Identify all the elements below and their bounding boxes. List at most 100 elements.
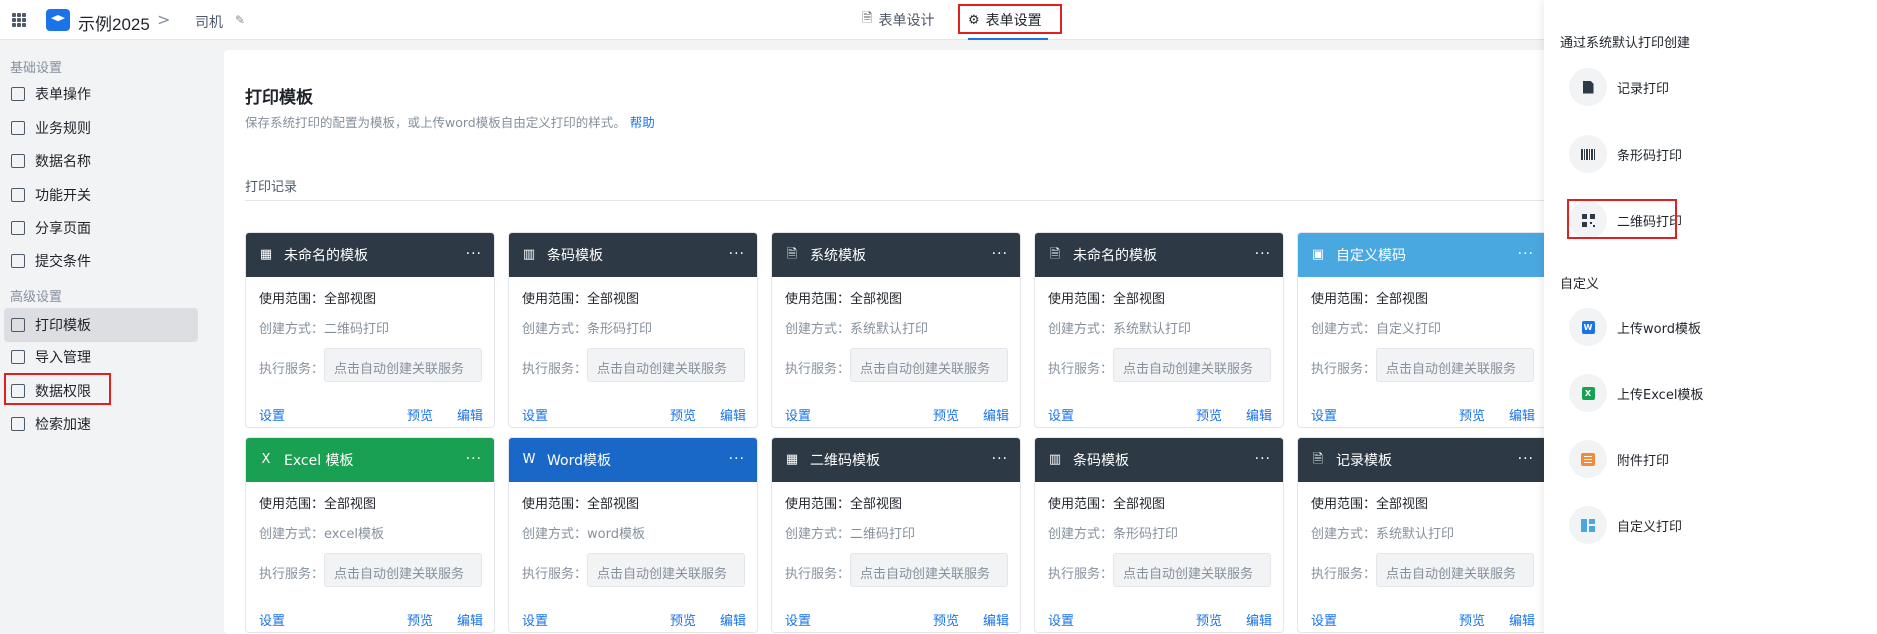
template-card[interactable]: ▦ 二维码模板 ··· 使用范围：全部视图 创建方式：二维码打印 执行服务： 点击自动创建关… — [771, 437, 1021, 633]
template-card[interactable]: ▣ 自定义模码 ··· 使用范围：全部视图 创建方式：自定义打印 执行服务： 点击自动创建关… — [1297, 232, 1547, 428]
preview-link[interactable]: 预览 — [670, 405, 696, 424]
option-custom-print[interactable]: 自定义打印 — [1569, 505, 1682, 545]
breadcrumb-form-name[interactable]: 司机 — [195, 12, 223, 32]
more-icon[interactable]: ··· — [729, 451, 745, 467]
sidebar-item-print-templates[interactable]: 打印模板 — [4, 308, 198, 342]
more-icon[interactable]: ··· — [992, 451, 1008, 467]
service-input[interactable]: 点击自动创建关联服务 — [587, 553, 745, 587]
method-label: 创建方式： — [259, 527, 325, 542]
sidebar-item-label: 业务规则 — [35, 121, 91, 137]
scope-value: 全部视图 — [1376, 497, 1429, 512]
sidebar-item-feature-toggles[interactable]: 功能开关 — [0, 178, 198, 212]
template-card[interactable]: ▥ 条码模板 ··· 使用范围：全部视图 创建方式：条形码打印 执行服务： 点击自动创建关联… — [508, 232, 758, 428]
more-icon[interactable]: ··· — [466, 246, 482, 262]
settings-link[interactable]: 设置 — [1311, 610, 1337, 629]
service-input[interactable]: 点击自动创建关联服务 — [324, 553, 482, 587]
scope-label: 使用范围： — [522, 497, 588, 512]
edit-link[interactable]: 编辑 — [983, 610, 1009, 629]
method-label: 创建方式： — [259, 322, 325, 337]
preview-link[interactable]: 预览 — [670, 610, 696, 629]
preview-link[interactable]: 预览 — [407, 405, 433, 424]
preview-link[interactable]: 预览 — [1196, 405, 1222, 424]
card-scope: 使用范围：全部视图 — [522, 288, 639, 307]
settings-link[interactable]: 设置 — [522, 405, 548, 424]
edit-link[interactable]: 编辑 — [983, 405, 1009, 424]
preview-link[interactable]: 预览 — [407, 610, 433, 629]
preview-link[interactable]: 预览 — [933, 405, 959, 424]
preview-link[interactable]: 预览 — [1459, 610, 1485, 629]
more-icon[interactable]: ··· — [729, 246, 745, 262]
edit-link[interactable]: 编辑 — [1509, 610, 1535, 629]
settings-link[interactable]: 设置 — [522, 610, 548, 629]
settings-link[interactable]: 设置 — [259, 610, 285, 629]
more-icon[interactable]: ··· — [466, 451, 482, 467]
method-value: 二维码打印 — [850, 527, 916, 542]
app-grid-icon[interactable] — [12, 13, 26, 27]
card-header: 🗎 未命名的模板 ··· — [1035, 233, 1283, 277]
more-icon[interactable]: ··· — [1255, 246, 1271, 262]
option-label: 自定义打印 — [1617, 519, 1683, 535]
settings-link[interactable]: 设置 — [1311, 405, 1337, 424]
preview-link[interactable]: 预览 — [1459, 405, 1485, 424]
qr-icon: ▦ — [259, 247, 273, 262]
edit-link[interactable]: 编辑 — [720, 405, 746, 424]
settings-link[interactable]: 设置 — [785, 405, 811, 424]
service-input[interactable]: 点击自动创建关联服务 — [1113, 348, 1271, 382]
edit-link[interactable]: 编辑 — [1246, 610, 1272, 629]
more-icon[interactable]: ··· — [992, 246, 1008, 262]
template-card[interactable]: 🗎 系统模板 ··· 使用范围：全部视图 创建方式：系统默认打印 执行服务： 点击自动创建关… — [771, 232, 1021, 428]
template-card[interactable]: W Word模板 ··· 使用范围：全部视图 创建方式：word模板 执行服务： 点击自动创… — [508, 437, 758, 633]
service-label: 执行服务： — [1048, 567, 1114, 582]
tab-label: 表单设计 — [878, 13, 935, 29]
option-attachment-print[interactable]: 附件打印 — [1569, 439, 1669, 479]
template-card[interactable]: ▥ 条码模板 ··· 使用范围：全部视图 创建方式：条形码打印 执行服务： 点击自动创建关联… — [1034, 437, 1284, 633]
tab-form-design[interactable]: 🗎 表单设计 — [862, 0, 934, 40]
template-card[interactable]: ▦ 未命名的模板 ··· 使用范围：全部视图 创建方式：二维码打印 执行服务： 点击自动创建… — [245, 232, 495, 428]
sidebar-item-share-page[interactable]: 分享页面 — [0, 211, 198, 245]
option-record-print[interactable]: 记录打印 — [1569, 67, 1669, 107]
service-input[interactable]: 点击自动创建关联服务 — [1376, 348, 1534, 382]
card-title: 自定义模码 — [1336, 248, 1406, 264]
settings-link[interactable]: 设置 — [259, 405, 285, 424]
more-icon[interactable]: ··· — [1255, 451, 1271, 467]
settings-link[interactable]: 设置 — [785, 610, 811, 629]
service-input[interactable]: 点击自动创建关联服务 — [1376, 553, 1534, 587]
service-input[interactable]: 点击自动创建关联服务 — [1113, 553, 1271, 587]
sidebar-item-submit-conditions[interactable]: 提交条件 — [0, 244, 198, 278]
app-name[interactable]: 示例2025 — [78, 10, 150, 35]
edit-link[interactable]: 编辑 — [720, 610, 746, 629]
sidebar-item-search-acceleration[interactable]: 检索加速 — [0, 407, 198, 441]
service-input[interactable]: 点击自动创建关联服务 — [324, 348, 482, 382]
edit-link[interactable]: 编辑 — [457, 610, 483, 629]
service-label: 执行服务： — [1048, 362, 1114, 377]
preview-link[interactable]: 预览 — [1196, 610, 1222, 629]
more-icon[interactable]: ··· — [1518, 246, 1534, 262]
option-upload-excel[interactable]: X 上传Excel模板 — [1569, 373, 1703, 413]
help-link[interactable]: 帮助 — [630, 115, 655, 130]
sidebar-item-business-rules[interactable]: 业务规则 — [0, 111, 198, 145]
service-input[interactable]: 点击自动创建关联服务 — [587, 348, 745, 382]
sidebar-item-data-name[interactable]: 数据名称 — [0, 144, 198, 178]
sidebar-item-import-management[interactable]: 导入管理 — [0, 340, 198, 374]
sidebar-item-form-actions[interactable]: 表单操作 — [0, 77, 198, 111]
edit-link[interactable]: 编辑 — [457, 405, 483, 424]
edit-link[interactable]: 编辑 — [1509, 405, 1535, 424]
card-scope: 使用范围：全部视图 — [785, 288, 902, 307]
settings-link[interactable]: 设置 — [1048, 610, 1074, 629]
pencil-icon[interactable]: ✎ — [235, 14, 247, 26]
edit-link[interactable]: 编辑 — [1246, 405, 1272, 424]
template-card[interactable]: 🗎 未命名的模板 ··· 使用范围：全部视图 创建方式：系统默认打印 执行服务： 点击自动创… — [1034, 232, 1284, 428]
settings-link[interactable]: 设置 — [1048, 405, 1074, 424]
preview-link[interactable]: 预览 — [933, 610, 959, 629]
method-value: 系统默认打印 — [850, 322, 929, 337]
more-icon[interactable]: ··· — [1518, 451, 1534, 467]
template-card[interactable]: X Excel 模板 ··· 使用范围：全部视图 创建方式：excel模板 执行服务： 点击… — [245, 437, 495, 633]
scope-value: 全部视图 — [850, 497, 903, 512]
method-label: 创建方式： — [785, 322, 851, 337]
scope-label: 使用范围： — [1311, 497, 1377, 512]
option-barcode-print[interactable]: 条形码打印 — [1569, 134, 1682, 174]
template-card[interactable]: 🗎 记录模板 ··· 使用范围：全部视图 创建方式：系统默认打印 执行服务： 点击自动创建关… — [1297, 437, 1547, 633]
service-input[interactable]: 点击自动创建关联服务 — [850, 553, 1008, 587]
option-upload-word[interactable]: W 上传word模板 — [1569, 307, 1701, 347]
service-input[interactable]: 点击自动创建关联服务 — [850, 348, 1008, 382]
